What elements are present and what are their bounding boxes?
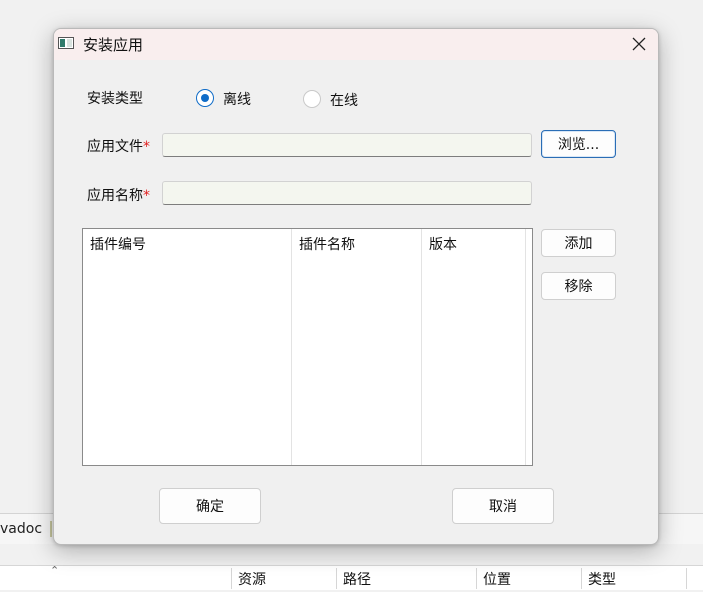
browse-button[interactable]: 浏览...: [541, 130, 616, 158]
plugin-table[interactable]: 插件编号 插件名称 版本: [82, 228, 533, 466]
background-column-position[interactable]: 位置: [476, 568, 581, 589]
dialog-title: 安装应用: [83, 36, 144, 54]
required-mark: *: [143, 188, 150, 204]
close-icon: [632, 37, 646, 51]
ok-button[interactable]: 确定: [159, 488, 261, 524]
close-button[interactable]: [620, 29, 658, 60]
app-name-input[interactable]: [162, 181, 532, 205]
background-file-text: vadoc: [0, 521, 43, 537]
background-column-resource[interactable]: 资源: [231, 568, 336, 589]
cancel-button[interactable]: 取消: [452, 488, 554, 524]
sort-caret-icon[interactable]: ⌃: [50, 564, 59, 577]
radio-offline-label: 离线: [223, 92, 251, 108]
app-name-label-text: 应用名称: [87, 188, 143, 204]
column-header-version[interactable]: 版本: [422, 229, 526, 465]
radio-online-label: 在线: [330, 93, 358, 109]
background-column-type[interactable]: 类型: [581, 568, 687, 589]
app-file-label-text: 应用文件: [87, 139, 143, 155]
app-window-icon: [58, 37, 74, 49]
radio-checked-icon: [196, 89, 214, 107]
radio-unchecked-icon: [303, 90, 321, 108]
background-caret: [50, 521, 52, 537]
required-mark: *: [143, 139, 150, 155]
background-column-path[interactable]: 路径: [336, 568, 477, 589]
install-type-label: 安装类型: [87, 91, 143, 107]
remove-plugin-button[interactable]: 移除: [541, 272, 616, 300]
radio-offline[interactable]: 离线: [196, 89, 276, 109]
radio-online[interactable]: 在线: [303, 90, 383, 110]
app-file-label: 应用文件*: [87, 136, 150, 156]
add-plugin-button[interactable]: 添加: [541, 229, 616, 257]
column-header-plugin-id[interactable]: 插件编号: [83, 229, 292, 465]
dialog-titlebar: 安装应用: [54, 29, 658, 60]
app-file-input[interactable]: [162, 133, 532, 157]
column-header-plugin-name[interactable]: 插件名称: [292, 229, 422, 465]
app-name-label: 应用名称*: [87, 185, 150, 205]
install-app-dialog: 安装应用 安装类型 离线 在线 应用文件* 浏览... 应用名称* 插件编号 插…: [53, 28, 659, 545]
